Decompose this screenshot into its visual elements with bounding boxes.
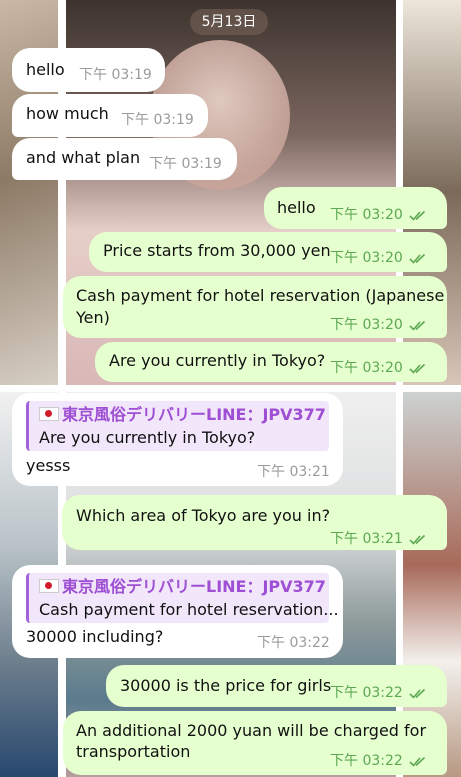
message-text: Are you currently in Tokyo? <box>109 351 326 370</box>
message-time: 下午 03:20 <box>330 314 427 336</box>
message-bubble-outgoing[interactable]: hello 下午 03:20 <box>264 187 447 229</box>
japan-flag-icon <box>39 579 59 593</box>
message-bubble-incoming[interactable]: 東京風俗デリバリーLINE：JPV377 Are you currently i… <box>12 393 343 486</box>
message-time: 下午 03:21 <box>330 528 427 550</box>
read-checkmarks-icon <box>409 320 425 331</box>
message-bubble-incoming[interactable]: hello 下午 03:19 <box>12 48 165 92</box>
japan-flag-icon <box>39 407 59 421</box>
message-text-line: Yen) <box>76 308 110 327</box>
message-bubble-outgoing[interactable]: Cash payment for hotel reservation (Japa… <box>63 276 447 338</box>
message-bubble-outgoing[interactable]: Price starts from 30,000 yen 下午 03:20 <box>89 232 447 272</box>
message-time: 下午 03:19 <box>121 112 194 128</box>
reply-sender-name: 東京風俗デリバリーLINE：JPV377 <box>39 404 326 426</box>
read-checkmarks-icon <box>409 534 425 545</box>
message-text: 30000 is the price for girls <box>120 676 332 695</box>
message-bubble-incoming[interactable]: and what plan 下午 03:19 <box>12 138 237 180</box>
message-text: Price starts from 30,000 yen <box>103 241 331 260</box>
read-checkmarks-icon <box>409 253 425 264</box>
message-text: and what plan <box>26 148 141 167</box>
message-time: 下午 03:20 <box>330 204 427 226</box>
wallpaper-divider <box>0 385 461 392</box>
read-checkmarks-icon <box>409 210 425 221</box>
message-bubble-outgoing[interactable]: An additional 2000 yuan will be charged … <box>63 711 447 775</box>
message-time: 下午 03:19 <box>79 67 152 83</box>
date-separator: 5月13日 <box>190 9 268 35</box>
message-time: 下午 03:22 <box>330 750 427 772</box>
message-text-line: Cash payment for hotel reservation (Japa… <box>76 286 445 305</box>
message-text-line: transportation <box>76 742 191 761</box>
read-checkmarks-icon <box>409 688 425 699</box>
reply-quoted-text: Cash payment for hotel reservation... <box>39 600 339 619</box>
reply-quote[interactable]: 東京風俗デリバリーLINE：JPV377 Cash payment for ho… <box>26 573 339 623</box>
message-text: 30000 including? <box>26 627 164 646</box>
message-text: how much <box>26 104 109 123</box>
message-text-line: An additional 2000 yuan will be charged … <box>76 721 427 740</box>
message-time: 下午 03:20 <box>330 247 427 269</box>
read-checkmarks-icon <box>409 756 425 767</box>
message-time: 下午 03:22 <box>330 682 427 704</box>
message-time: 下午 03:21 <box>257 464 330 480</box>
message-time: 下午 03:20 <box>330 357 427 379</box>
reply-quote[interactable]: 東京風俗デリバリーLINE：JPV377 Are you currently i… <box>26 401 329 451</box>
message-text: yesss <box>26 456 71 475</box>
message-bubble-incoming[interactable]: 東京風俗デリバリーLINE：JPV377 Cash payment for ho… <box>12 565 343 658</box>
reply-sender-name: 東京風俗デリバリーLINE：JPV377 <box>39 576 326 598</box>
message-text: hello <box>26 60 65 79</box>
read-checkmarks-icon <box>409 363 425 374</box>
message-time: 下午 03:19 <box>149 156 222 172</box>
message-bubble-outgoing[interactable]: 30000 is the price for girls 下午 03:22 <box>106 665 447 707</box>
message-time: 下午 03:22 <box>257 635 330 651</box>
message-text: Which area of Tokyo are you in? <box>76 506 331 525</box>
message-bubble-outgoing[interactable]: Are you currently in Tokyo? 下午 03:20 <box>95 342 447 382</box>
message-bubble-incoming[interactable]: how much 下午 03:19 <box>12 94 208 137</box>
message-bubble-outgoing[interactable]: Which area of Tokyo are you in? 下午 03:21 <box>62 495 447 550</box>
message-text: hello <box>277 198 316 217</box>
reply-quoted-text: Are you currently in Tokyo? <box>39 428 256 447</box>
